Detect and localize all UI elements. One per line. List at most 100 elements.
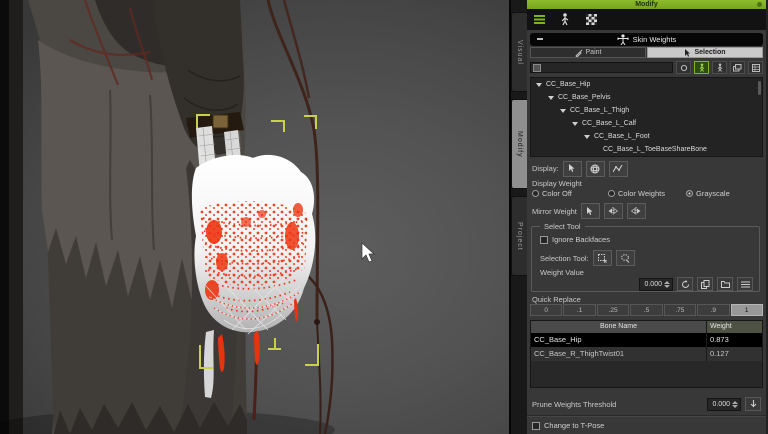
refresh-icon[interactable] (676, 61, 691, 74)
display-sphere-icon[interactable] (585, 160, 605, 177)
weight-painted-mesh[interactable] (186, 112, 316, 398)
tab-selection-label: Selection (694, 49, 726, 56)
belt-buckle (212, 114, 229, 129)
bone-tree-item[interactable]: CC_Base_Hip (531, 78, 762, 91)
ignore-backfaces-checkbox[interactable]: Ignore Backfaces (540, 235, 610, 244)
menu-icon[interactable] (532, 14, 546, 26)
selection-tool-label: Selection Tool: (540, 253, 589, 263)
apply-prune-icon[interactable] (745, 397, 761, 411)
show-skin-bones-icon[interactable] (694, 61, 709, 74)
section-divider (527, 415, 766, 417)
bone-tree-item[interactable]: CC_Base_L_Thigh (531, 104, 762, 117)
mirror-weight-row: Mirror Weight (532, 203, 646, 219)
collapse-icon[interactable] (537, 38, 543, 40)
weight-value-controls: 0.000 (639, 277, 753, 291)
bone-label: CC_Base_L_ToeBaseShareBone (603, 146, 707, 153)
expand-arrow-icon[interactable] (548, 95, 554, 100)
marquee-select-icon[interactable] (592, 250, 612, 266)
table-row[interactable]: CC_Base_R_ThighTwist01 0.127 (531, 347, 762, 361)
bone-tree-item[interactable]: CC_Base_L_Foot (531, 130, 762, 143)
paste-weights-icon[interactable] (717, 277, 733, 291)
spin-up-icon[interactable] (664, 280, 670, 284)
radio-color-weights[interactable]: Color Weights (608, 189, 686, 198)
tree-scrollbar[interactable] (758, 81, 761, 95)
copy-weights-icon[interactable] (697, 277, 713, 291)
panel-toolbar (527, 9, 766, 30)
panel-titlebar[interactable]: Modify (527, 0, 766, 9)
skin-weights-header[interactable]: Skin Weights (530, 33, 763, 46)
hide-bones-icon[interactable] (712, 61, 727, 74)
prune-threshold-field[interactable]: 0.000 (710, 401, 730, 408)
selection-tool-row: Selection Tool: (540, 250, 635, 266)
bone-filter-row (530, 61, 763, 74)
weight-value-label: Weight Value (540, 268, 584, 277)
bone-tree-item[interactable]: CC_Base_L_ToeBaseShareBone (531, 143, 762, 156)
panel-title: Modify (635, 1, 658, 8)
side-tabstrip: Visual Modify Project (509, 0, 527, 434)
mirror-pick-icon[interactable] (580, 203, 600, 219)
lasso-select-icon[interactable] (615, 250, 635, 266)
character-icon[interactable] (558, 13, 572, 26)
tab-selection[interactable]: Selection (647, 47, 763, 58)
weight-value-spinner[interactable]: 0.000 (639, 277, 673, 291)
expand-arrow-icon[interactable] (572, 121, 578, 126)
application-window: Visual Modify Project Modify Skin Weight… (0, 0, 768, 434)
bone-tree: CC_Base_Hip CC_Base_Pelvis CC_Base_L_Thi… (530, 77, 763, 157)
bone-label: CC_Base_Hip (546, 81, 591, 88)
mirror-right-left-icon[interactable] (626, 203, 646, 219)
weight-cell: 0.873 (710, 335, 729, 344)
bone-label: CC_Base_L_Foot (594, 133, 650, 140)
bone-label: CC_Base_L_Thigh (570, 107, 630, 114)
quick-replace-buttons: 0 .1 .25 .5 .75 .9 1 (530, 304, 763, 316)
radio-grayscale[interactable]: Grayscale (686, 189, 730, 198)
display-weight-options: Color Off Color Weights Grayscale (532, 189, 761, 198)
spin-down-icon[interactable] (732, 404, 738, 408)
bone-name-cell: CC_Base_Hip (531, 333, 707, 347)
brush-icon (574, 49, 582, 57)
dangling-strap (203, 330, 214, 398)
expand-tree-icon[interactable] (748, 61, 763, 74)
checker-icon[interactable] (584, 14, 598, 26)
expand-arrow-icon[interactable] (536, 82, 542, 87)
normalize-icon[interactable] (677, 277, 693, 291)
bone-name-cell: CC_Base_R_ThighTwist01 (531, 347, 707, 361)
quick-replace-.9[interactable]: .9 (697, 304, 730, 316)
radio-color-off[interactable]: Color Off (532, 189, 608, 198)
expand-arrow-icon[interactable] (560, 108, 566, 113)
panel-menu-icon[interactable] (757, 2, 762, 7)
collapse-tree-icon[interactable] (730, 61, 745, 74)
prune-threshold-spinner[interactable]: 0.000 (707, 397, 741, 411)
spin-up-icon[interactable] (732, 400, 738, 404)
table-row[interactable]: CC_Base_Hip 0.873 (531, 333, 762, 347)
cursor-icon (685, 48, 691, 57)
side-tab-modify[interactable]: Modify (511, 99, 527, 189)
quick-replace-1[interactable]: 1 (730, 304, 763, 316)
expand-arrow-icon[interactable] (584, 134, 590, 139)
quick-replace-0[interactable]: 0 (530, 304, 563, 316)
quick-replace-.75[interactable]: .75 (663, 304, 697, 316)
quick-replace-.25[interactable]: .25 (596, 304, 630, 316)
bone-tree-item[interactable]: CC_Base_L_Calf (531, 117, 762, 130)
weight-list-icon[interactable] (737, 277, 753, 291)
viewport-3d[interactable] (0, 0, 509, 434)
display-graph-icon[interactable] (608, 160, 628, 177)
weight-value-field[interactable]: 0.000 (642, 281, 662, 288)
quick-replace-.5[interactable]: .5 (630, 304, 663, 316)
quick-replace-.1[interactable]: .1 (563, 304, 596, 316)
mirror-left-right-icon[interactable] (603, 203, 623, 219)
bone-tree-item[interactable]: CC_Base_Pelvis (531, 91, 762, 104)
skin-weights-icon (617, 34, 629, 45)
display-row: Display: (532, 160, 761, 177)
side-tab-project[interactable]: Project (511, 196, 527, 276)
bone-filter-input[interactable] (530, 62, 673, 73)
side-tab-visual[interactable]: Visual (511, 12, 527, 92)
viewport-left-shadow (9, 0, 23, 434)
weight-header: Weight (707, 321, 762, 333)
tab-paint[interactable]: Paint (530, 47, 646, 58)
change-tpose-checkbox[interactable]: Change to T-Pose (532, 421, 604, 430)
spin-down-icon[interactable] (664, 284, 670, 288)
quick-replace-label: Quick Replace (532, 295, 581, 304)
bone-label: CC_Base_L_Calf (582, 120, 637, 127)
display-cursor-icon[interactable] (562, 160, 582, 177)
checkbox-icon (532, 421, 540, 430)
